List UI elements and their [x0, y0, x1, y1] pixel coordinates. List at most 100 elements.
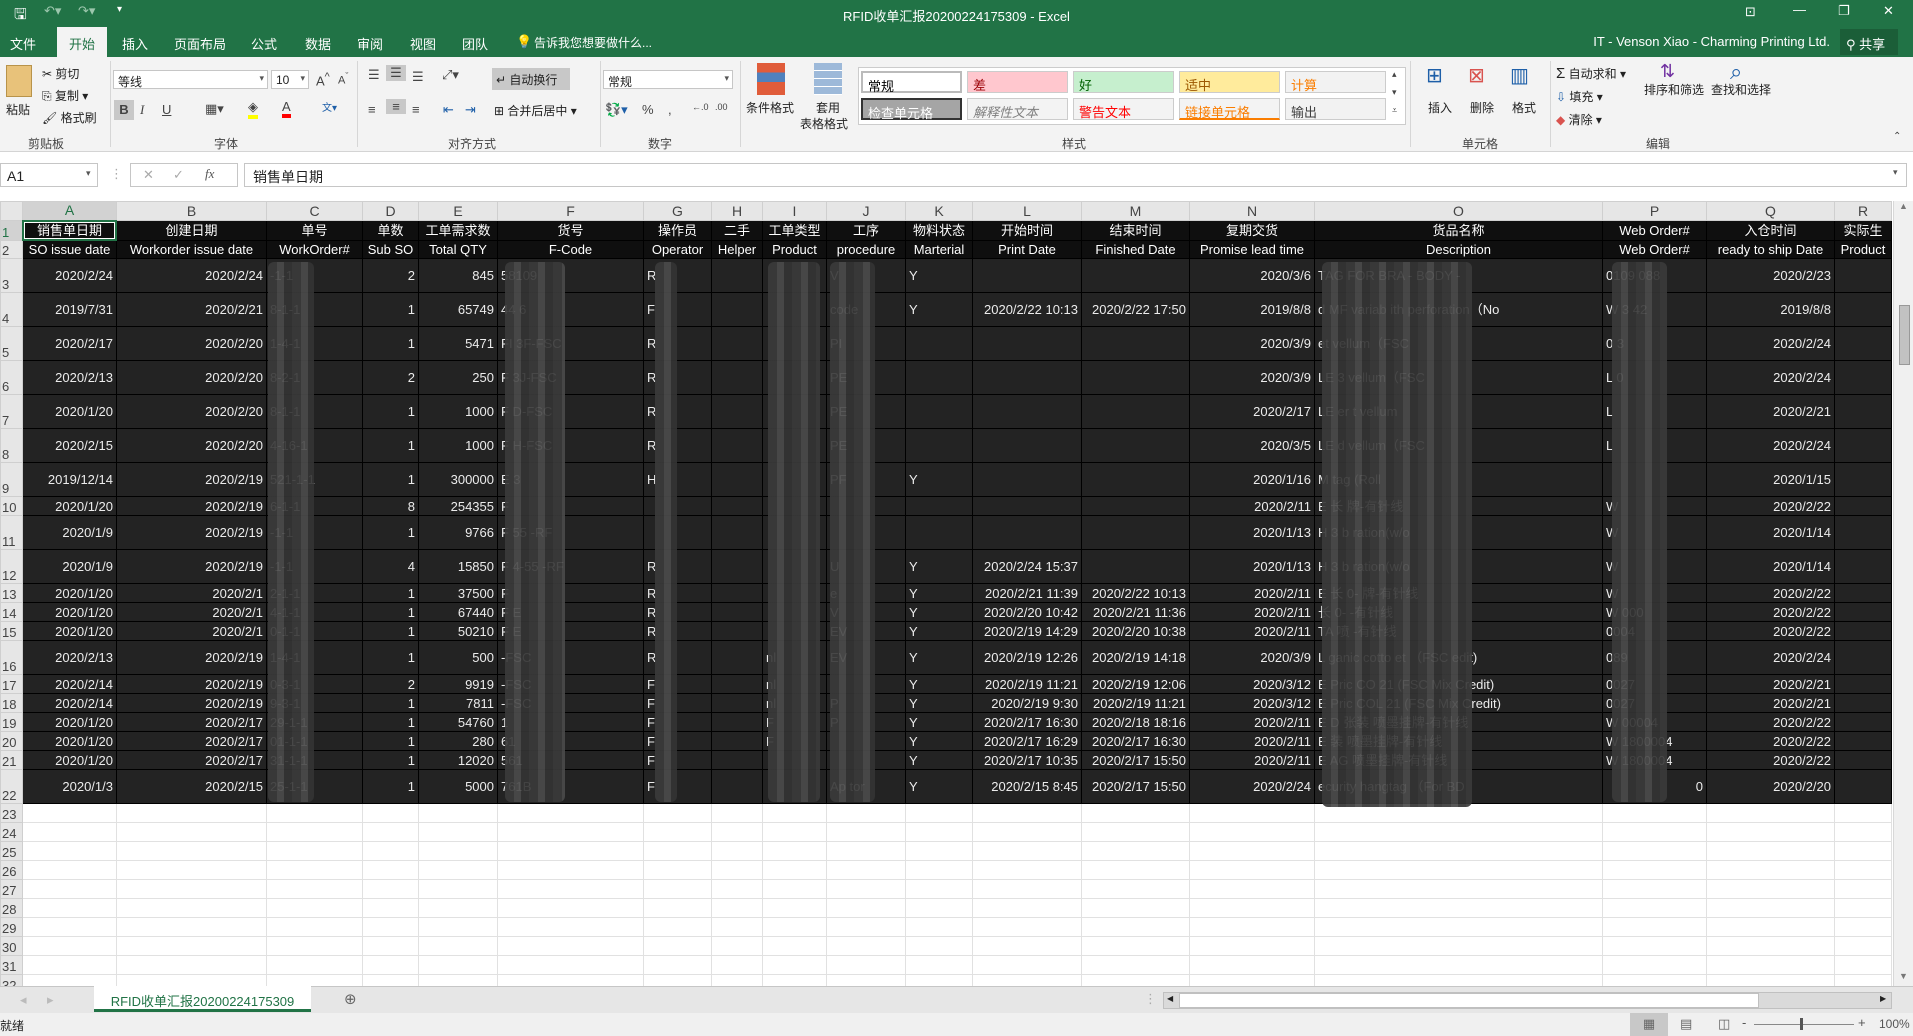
cell-L24[interactable] [972, 822, 1082, 842]
cell-I24[interactable] [762, 822, 827, 842]
italic-button[interactable]: I [140, 102, 144, 118]
expand-formula-bar-icon[interactable]: ▾ [1893, 167, 1898, 178]
cell-G18[interactable]: F [643, 693, 712, 713]
font-size-select[interactable]: 10 [271, 70, 309, 89]
cell-style-1[interactable]: 差 [967, 71, 1068, 93]
cell-R8[interactable] [1834, 428, 1892, 463]
cell-P31[interactable] [1602, 955, 1707, 975]
cell-H11[interactable] [711, 515, 763, 550]
row-header-3[interactable]: 3 [0, 258, 23, 293]
increase-indent-icon[interactable]: ⇥ [465, 102, 476, 118]
cell-M7[interactable] [1081, 394, 1190, 429]
cell-E27[interactable] [418, 879, 498, 899]
cell-N3[interactable]: 2020/3/6 [1189, 258, 1315, 293]
cell-K20[interactable]: Y [905, 731, 973, 751]
cell-Q6[interactable]: 2020/2/24 [1706, 360, 1835, 395]
cell-J31[interactable] [826, 955, 906, 975]
cell-R31[interactable] [1834, 955, 1892, 975]
cell-L11[interactable] [972, 515, 1082, 550]
cell-D25[interactable] [362, 841, 419, 861]
cell-K10[interactable] [905, 496, 973, 516]
cell-E10[interactable]: 254355 [418, 496, 498, 516]
cell-R17[interactable] [1834, 674, 1892, 694]
cell-E17[interactable]: 9919 [418, 674, 498, 694]
cell-K16[interactable]: Y [905, 640, 973, 675]
cell-C29[interactable] [266, 917, 363, 937]
cell-style-9[interactable]: 输出 [1285, 98, 1386, 120]
cell-M24[interactable] [1081, 822, 1190, 842]
header-cell-L1[interactable]: 开始时间 [972, 220, 1082, 241]
wrap-text-button[interactable]: ↵ 自动换行 [492, 68, 570, 90]
cell-G14[interactable]: R [643, 602, 712, 622]
cell-D6[interactable]: 2 [362, 360, 419, 395]
cell-A4[interactable]: 2019/7/31 [22, 292, 117, 327]
cell-A24[interactable] [22, 822, 117, 842]
row-header-10[interactable]: 10 [0, 496, 23, 516]
cell-Q26[interactable] [1706, 860, 1835, 880]
cell-I29[interactable] [762, 917, 827, 937]
align-middle-icon[interactable]: ☰ [386, 65, 406, 81]
cell-E25[interactable] [418, 841, 498, 861]
cell-D12[interactable]: 4 [362, 549, 419, 584]
cell-B24[interactable] [116, 822, 267, 842]
cell-J27[interactable] [826, 879, 906, 899]
cell-Q23[interactable] [1706, 803, 1835, 823]
header-cell-Q1[interactable]: 入仓时间 [1706, 220, 1835, 241]
cell-G21[interactable]: F [643, 750, 712, 770]
cell-K24[interactable] [905, 822, 973, 842]
format-as-table-icon[interactable] [814, 63, 842, 95]
cell-G26[interactable] [643, 860, 712, 880]
cell-N23[interactable] [1189, 803, 1315, 823]
cell-P27[interactable] [1602, 879, 1707, 899]
cell-B20[interactable]: 2020/2/17 [116, 731, 267, 751]
header-cell-C2[interactable]: WorkOrder# [266, 240, 363, 259]
cell-E3[interactable]: 845 [418, 258, 498, 293]
cell-H22[interactable] [711, 769, 763, 804]
cell-F29[interactable] [497, 917, 644, 937]
cell-M14[interactable]: 2020/2/21 11:36 [1081, 602, 1190, 622]
number-format-select[interactable]: 常规 [603, 70, 733, 89]
cell-M29[interactable] [1081, 917, 1190, 937]
cell-A5[interactable]: 2020/2/17 [22, 326, 117, 361]
cell-K28[interactable] [905, 898, 973, 918]
cell-K11[interactable] [905, 515, 973, 550]
cell-G17[interactable]: F [643, 674, 712, 694]
font-color-icon[interactable]: A [282, 99, 291, 118]
cell-style-8[interactable]: 链接单元格 [1179, 98, 1280, 120]
cell-M31[interactable] [1081, 955, 1190, 975]
column-header-L[interactable]: L [972, 201, 1082, 221]
row-header-31[interactable]: 31 [0, 955, 23, 975]
cell-A3[interactable]: 2020/2/24 [22, 258, 117, 293]
cell-N31[interactable] [1189, 955, 1315, 975]
cell-R3[interactable] [1834, 258, 1892, 293]
cell-L15[interactable]: 2020/2/19 14:29 [972, 621, 1082, 641]
cell-B26[interactable] [116, 860, 267, 880]
cell-D20[interactable]: 1 [362, 731, 419, 751]
cell-O29[interactable] [1314, 917, 1603, 937]
cell-Q19[interactable]: 2020/2/22 [1706, 712, 1835, 732]
column-header-I[interactable]: I [762, 201, 827, 221]
cell-G4[interactable]: F [643, 292, 712, 327]
cell-style-5[interactable]: 检查单元格 [861, 98, 962, 121]
cell-style-2[interactable]: 好 [1073, 71, 1174, 93]
cell-A26[interactable] [22, 860, 117, 880]
cell-D11[interactable]: 1 [362, 515, 419, 550]
cut-button[interactable]: ✂ 剪切 [42, 65, 79, 82]
decrease-indent-icon[interactable]: ⇤ [443, 102, 454, 118]
cell-H9[interactable] [711, 462, 763, 497]
cell-L25[interactable] [972, 841, 1082, 861]
cell-E16[interactable]: 500 [418, 640, 498, 675]
format-as-table-label-1[interactable]: 套用 [816, 99, 840, 116]
cell-L20[interactable]: 2020/2/17 16:29 [972, 731, 1082, 751]
tab-home[interactable]: 开始 [57, 27, 108, 57]
cell-B12[interactable]: 2020/2/19 [116, 549, 267, 584]
scroll-up-icon[interactable]: ▲ [1899, 201, 1908, 211]
cell-R29[interactable] [1834, 917, 1892, 937]
share-button[interactable]: ⚲ 共享 [1840, 29, 1898, 55]
column-header-R[interactable]: R [1834, 201, 1892, 221]
cell-R30[interactable] [1834, 936, 1892, 956]
cell-F23[interactable] [497, 803, 644, 823]
row-header-15[interactable]: 15 [0, 621, 23, 641]
cell-H19[interactable] [711, 712, 763, 732]
cell-K29[interactable] [905, 917, 973, 937]
